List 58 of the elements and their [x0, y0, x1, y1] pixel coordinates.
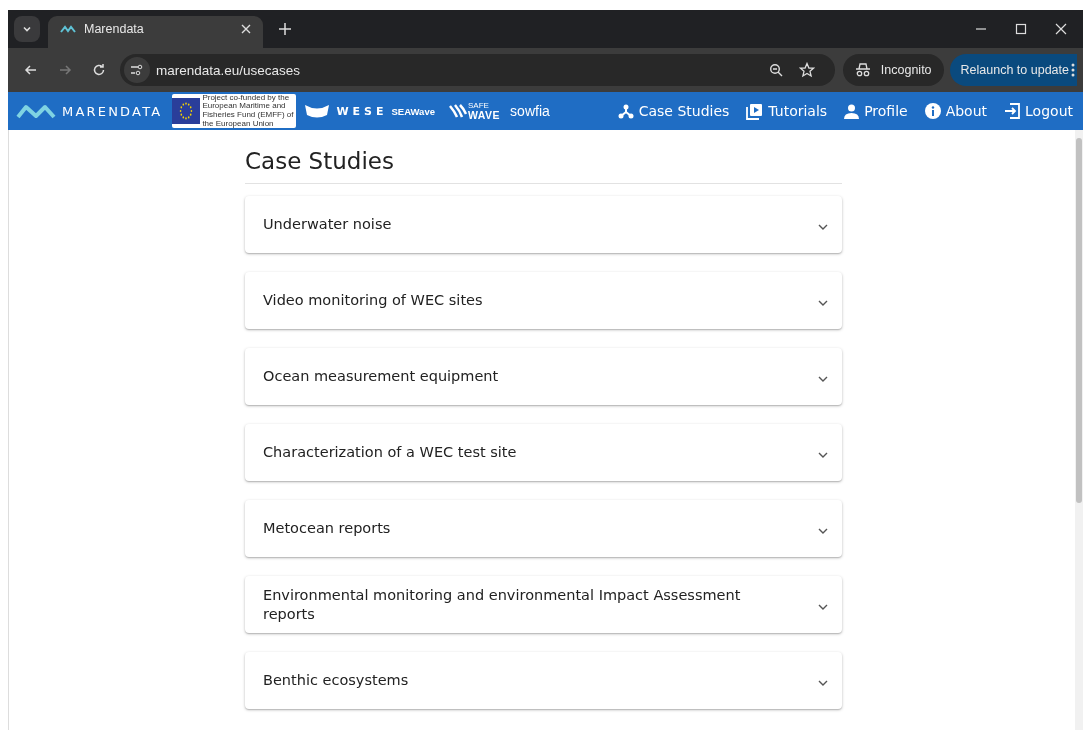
case-study-title: Video monitoring of WEC sites	[263, 291, 483, 310]
nav-link[interactable]: Tutorials	[746, 102, 828, 120]
video-library-icon	[746, 102, 764, 120]
back-arrow-icon[interactable]	[24, 63, 38, 77]
case-study-panel[interactable]: Ocean measurement equipment	[245, 348, 842, 405]
chevron-down-icon	[22, 24, 32, 34]
brand-name: MARENDATA	[62, 103, 163, 119]
page-title: Case Studies	[245, 148, 395, 174]
browser-tab[interactable]: Marendata	[48, 16, 263, 48]
case-study-title: Environmental monitoring and environmental Impact Assessment reports	[263, 585, 742, 624]
case-study-title: Characterization of a WEC test site	[263, 443, 517, 462]
close-icon[interactable]	[1055, 23, 1067, 35]
more-menu-icon[interactable]	[1071, 63, 1075, 77]
wave-emblem-icon	[448, 104, 467, 118]
wave-logo-icon	[16, 103, 56, 119]
forward-arrow-icon[interactable]	[58, 63, 72, 77]
relaunch-button[interactable]: Relaunch to update	[949, 54, 1077, 86]
partner-logo-text: SEAWave	[391, 105, 435, 117]
nav-link[interactable]: Logout	[1004, 103, 1073, 119]
person-icon	[844, 103, 860, 119]
case-study-panel[interactable]: Characterization of a WEC test site	[245, 424, 842, 481]
wave-emblem-icon	[304, 103, 331, 119]
logout-icon	[1004, 103, 1021, 119]
site-settings-icon[interactable]	[124, 57, 150, 83]
case-study-title: Ocean measurement equipment	[263, 367, 499, 386]
info-icon	[924, 103, 941, 119]
case-study-title: Underwater noise	[263, 215, 392, 234]
case-study-panel[interactable]: Underwater noise	[245, 196, 842, 253]
eu-funding-text: Project co-funded by the European Maritime and Fisheries Fund (EMFF) of the European Union	[201, 93, 295, 129]
zoom-out-icon[interactable]	[768, 63, 783, 77]
nav-link[interactable]: Profile	[844, 103, 908, 119]
case-study-panel[interactable]: Environmental monitoring and environmental Impact Assessment reports	[245, 576, 842, 633]
tab-title: Marendata	[84, 22, 145, 36]
reload-icon[interactable]	[92, 63, 106, 77]
address-bar[interactable]: marendata.eu/usecases	[120, 54, 835, 86]
nav-link[interactable]: Case Studies	[617, 103, 730, 119]
hierarchy-icon	[617, 103, 634, 119]
close-icon[interactable]	[241, 24, 251, 34]
scrollbar[interactable]	[1075, 130, 1083, 730]
partner-logo-text: WAVE	[467, 109, 501, 121]
incognito-indicator[interactable]: Incognito	[842, 54, 944, 86]
case-study-panel[interactable]: Metocean reports	[245, 500, 842, 557]
partner-logo-text: WESE	[336, 104, 388, 118]
eu-flag-icon	[172, 98, 201, 124]
tab-list-button[interactable]	[14, 16, 40, 42]
incognito-icon	[854, 63, 871, 77]
case-study-title: Benthic ecosystems	[263, 671, 409, 690]
star-icon[interactable]	[798, 62, 815, 78]
partner-logo-text: sowfia	[510, 103, 550, 119]
url-text: marendata.eu/usecases	[156, 62, 301, 78]
partner-logo-text: SAFE	[467, 101, 490, 110]
case-study-panel[interactable]: Video monitoring of WEC sites	[245, 272, 842, 329]
new-tab-icon[interactable]	[279, 23, 291, 35]
case-study-panel[interactable]: Benthic ecosystems	[245, 652, 842, 709]
maximize-icon[interactable]	[1015, 23, 1027, 35]
wave-logo-icon	[60, 24, 76, 34]
case-study-title: Metocean reports	[263, 519, 391, 538]
nav-link[interactable]: About	[924, 103, 988, 119]
